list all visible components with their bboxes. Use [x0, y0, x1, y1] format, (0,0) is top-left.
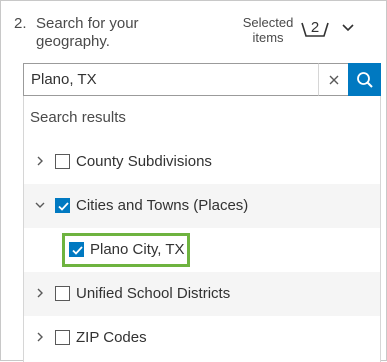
search-results: Search results County Subdivisions Citie… — [23, 96, 381, 362]
checkbox-cities-and-towns[interactable] — [55, 198, 70, 213]
result-row-plano-city-overlay[interactable]: Plano City, TX — [24, 228, 380, 272]
chevron-down-icon[interactable] — [340, 19, 356, 35]
result-label: ZIP Codes — [76, 329, 147, 346]
chevron-down-icon[interactable] — [34, 199, 46, 211]
result-label: Cities and Towns (Places) — [76, 197, 249, 214]
selected-count: 2 — [310, 19, 320, 36]
checkbox-zip-codes[interactable] — [55, 330, 70, 345]
close-icon — [329, 75, 338, 84]
selected-items-label[interactable]: Selected items — [237, 15, 299, 45]
chevron-right-icon[interactable] — [34, 331, 46, 343]
result-row-unified-school-districts[interactable]: Unified School Districts — [24, 272, 380, 316]
chevron-right-icon[interactable] — [34, 155, 46, 167]
checkmark-icon — [58, 202, 69, 211]
result-label: Unified School Districts — [76, 285, 231, 302]
search-icon — [356, 71, 373, 88]
chevron-right-icon[interactable] — [34, 287, 46, 299]
search-results-title: Search results — [30, 109, 126, 126]
result-label: Plano City, TX — [90, 241, 185, 258]
checkmark-icon — [72, 246, 83, 255]
clear-search-button[interactable] — [318, 63, 348, 96]
search-input[interactable] — [23, 63, 318, 96]
checkbox-county-subdivisions[interactable] — [55, 154, 70, 169]
step-number: 2. — [14, 15, 27, 32]
search-bar — [23, 63, 381, 96]
checkbox-plano-city[interactable] — [69, 242, 84, 257]
result-label: County Subdivisions — [76, 153, 212, 170]
geography-panel: 2. Search for your geography. Selected i… — [0, 0, 387, 362]
selected-items-basket[interactable]: 2 — [300, 17, 330, 39]
search-button[interactable] — [348, 63, 381, 96]
checkbox-unified-school-districts[interactable] — [55, 286, 70, 301]
result-row-cities-and-towns[interactable]: Cities and Towns (Places) — [24, 184, 380, 228]
result-row-zip-codes[interactable]: ZIP Codes — [24, 316, 380, 360]
result-row-county-subdivisions[interactable]: County Subdivisions — [24, 140, 380, 184]
step-instruction: Search for your geography. — [36, 15, 139, 50]
